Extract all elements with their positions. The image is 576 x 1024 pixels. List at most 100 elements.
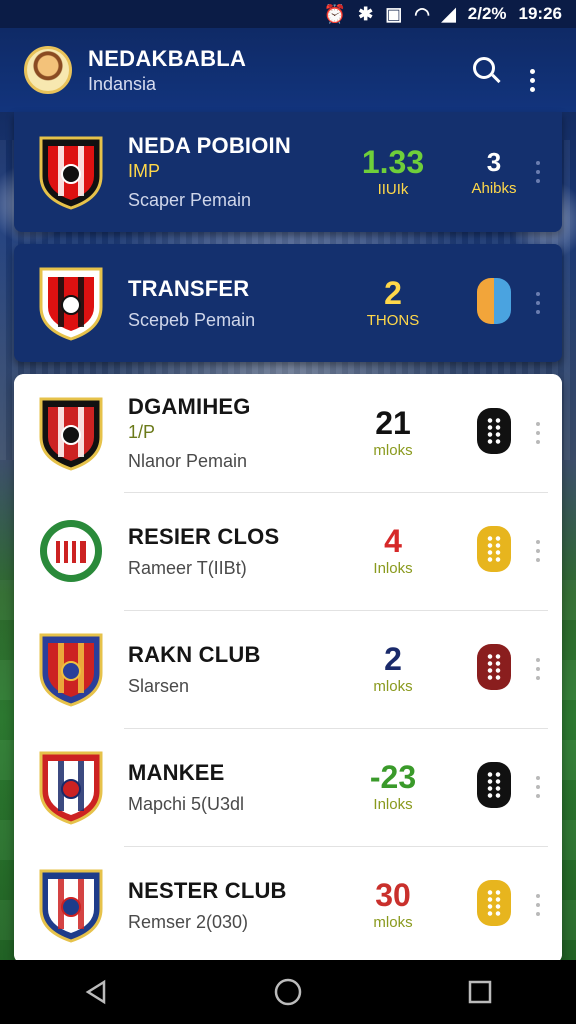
club-name: DGAMIHEG	[128, 394, 251, 419]
search-icon	[473, 57, 495, 79]
club-stat: 4 Inloks	[348, 524, 438, 578]
club-stat-value: 2	[384, 274, 402, 311]
more-options-icon[interactable]	[530, 658, 546, 680]
app-pill-icon	[477, 879, 511, 926]
more-vert-icon	[529, 69, 535, 92]
club-subtitle: Scaper Pemain	[128, 190, 252, 210]
more-options-icon[interactable]	[530, 161, 546, 183]
club-stat-value: 30	[375, 876, 411, 913]
app-pill-icon	[477, 761, 511, 808]
club-stat-label: mloks	[373, 442, 413, 460]
club-stat-label: Inloks	[373, 796, 413, 814]
club-stat: 2 mloks	[348, 640, 438, 696]
app-pill-icon	[477, 525, 511, 572]
club-info: DGAMIHEG 1/P Nlanor Pemain	[128, 394, 348, 472]
home-icon	[274, 978, 302, 1006]
club-crest-icon	[39, 267, 103, 341]
club-subtitle: Scepeb Pemain	[128, 309, 256, 330]
club-badge[interactable]	[458, 407, 530, 459]
club-subtitle: Mapchi 5(U3dl	[128, 793, 245, 814]
club-stat-label: THONS	[366, 312, 420, 330]
club-badge[interactable]	[458, 879, 530, 931]
app-title: NEDAKBABLA	[88, 45, 247, 71]
club-stat-label: Inloks	[373, 560, 413, 578]
app-titles: NEDAKBABLA Indansia	[88, 46, 460, 95]
club-list-item[interactable]: NEDA POBIOIN IMP Scaper Pemain 1.33 IIUIk 3 Ah…	[14, 112, 562, 232]
club-info: NEDA POBIOIN IMP Scaper Pemain	[128, 133, 348, 211]
club-stat-value: 2	[384, 640, 402, 677]
club-subtitle: Slarsen	[128, 675, 190, 696]
club-info: NESTER CLUB Remser 2(030)	[128, 878, 348, 933]
recents-icon	[468, 980, 492, 1004]
signal-icon: ◢	[441, 4, 456, 24]
club-crest-icon	[39, 136, 103, 210]
club-badge-label: Ahibks	[471, 180, 517, 197]
club-badge[interactable]: 3 Ahibks	[458, 147, 530, 197]
club-badge[interactable]	[458, 761, 530, 813]
club-card-group: DGAMIHEG 1/P Nlanor Pemain 21 mloks RESIER C…	[14, 374, 562, 964]
alarm-icon: ⏰	[323, 4, 347, 24]
club-badge[interactable]	[458, 277, 530, 329]
system-nav-bar	[0, 960, 576, 1024]
club-info: RESIER CLOS Rameer T(IIBt)	[128, 524, 348, 579]
club-crest-icon	[39, 869, 103, 943]
club-stat: 30 mloks	[348, 876, 438, 931]
search-button[interactable]	[460, 53, 508, 87]
club-info: RAKN CLUB Slarsen	[128, 642, 348, 697]
more-options-icon[interactable]	[530, 776, 546, 798]
nfc-icon: ▣	[385, 4, 403, 24]
back-icon	[85, 979, 106, 1005]
club-subtitle: Rameer T(IIBt)	[128, 557, 247, 578]
back-button[interactable]	[66, 968, 126, 1016]
club-stat: -23 Inloks	[348, 758, 438, 814]
home-button[interactable]	[258, 968, 318, 1016]
club-badge-value: 3	[486, 147, 502, 177]
more-options-icon[interactable]	[530, 292, 546, 314]
club-list-item[interactable]: NESTER CLUB Remser 2(030) 30 mloks	[14, 846, 562, 964]
club-stat-label: IIUIk	[377, 181, 409, 199]
club-crest-icon	[39, 633, 103, 707]
club-list-item[interactable]: TRANSFER Scepeb Pemain 2 THONS	[14, 244, 562, 362]
more-options-icon[interactable]	[530, 540, 546, 562]
club-stat-label: mloks	[373, 678, 413, 696]
club-badge[interactable]	[458, 525, 530, 577]
club-list-item[interactable]: MANKEE Mapchi 5(U3dl -23 Inloks	[14, 728, 562, 846]
club-stat-value: 1.33	[361, 143, 425, 180]
club-list-item[interactable]: RESIER CLOS Rameer T(IIBt) 4 Inloks	[14, 492, 562, 610]
app-bar: NEDAKBABLA Indansia	[0, 28, 576, 112]
club-name: TRANSFER	[128, 275, 250, 301]
app-subtitle: Indansia	[88, 73, 157, 94]
bluetooth-icon: ✱	[358, 4, 374, 24]
club-info: MANKEE Mapchi 5(U3dl	[128, 760, 348, 815]
more-options-icon[interactable]	[530, 422, 546, 444]
club-crest-icon	[39, 397, 103, 471]
club-stat-value: 21	[375, 404, 411, 441]
club-crest-icon	[39, 751, 103, 825]
club-name: RESIER CLOS	[128, 523, 280, 549]
club-subtitle: Nlanor Pemain	[128, 451, 248, 471]
recents-button[interactable]	[450, 968, 510, 1016]
club-info: TRANSFER Scepeb Pemain	[128, 276, 348, 331]
status-time: 19:26	[518, 4, 562, 23]
wifi-icon: ◠	[414, 4, 430, 24]
overflow-menu-button[interactable]	[508, 48, 556, 92]
app-pill-icon	[477, 407, 511, 454]
club-name: MANKEE	[128, 759, 225, 785]
app-pill-icon	[477, 643, 511, 690]
club-stat: 21 mloks	[348, 404, 438, 460]
more-options-icon[interactable]	[530, 894, 546, 916]
avatar[interactable]	[24, 46, 72, 94]
transfer-pill-icon	[477, 277, 511, 324]
club-stat: 1.33 IIUIk	[348, 143, 438, 199]
club-name: NEDA POBIOIN	[128, 133, 291, 158]
club-name: RAKN CLUB	[128, 641, 261, 667]
club-stat-value: -23	[369, 758, 417, 795]
club-crest-icon	[38, 518, 104, 584]
club-subtitle: Remser 2(030)	[128, 911, 249, 932]
club-stat: 2 THONS	[348, 274, 438, 330]
club-tag: IMP	[128, 161, 161, 181]
club-list-item[interactable]: DGAMIHEG 1/P Nlanor Pemain 21 mloks	[14, 374, 562, 492]
club-badge[interactable]	[458, 643, 530, 695]
club-list-item[interactable]: RAKN CLUB Slarsen 2 mloks	[14, 610, 562, 728]
battery-text: 2/2%	[467, 4, 507, 23]
